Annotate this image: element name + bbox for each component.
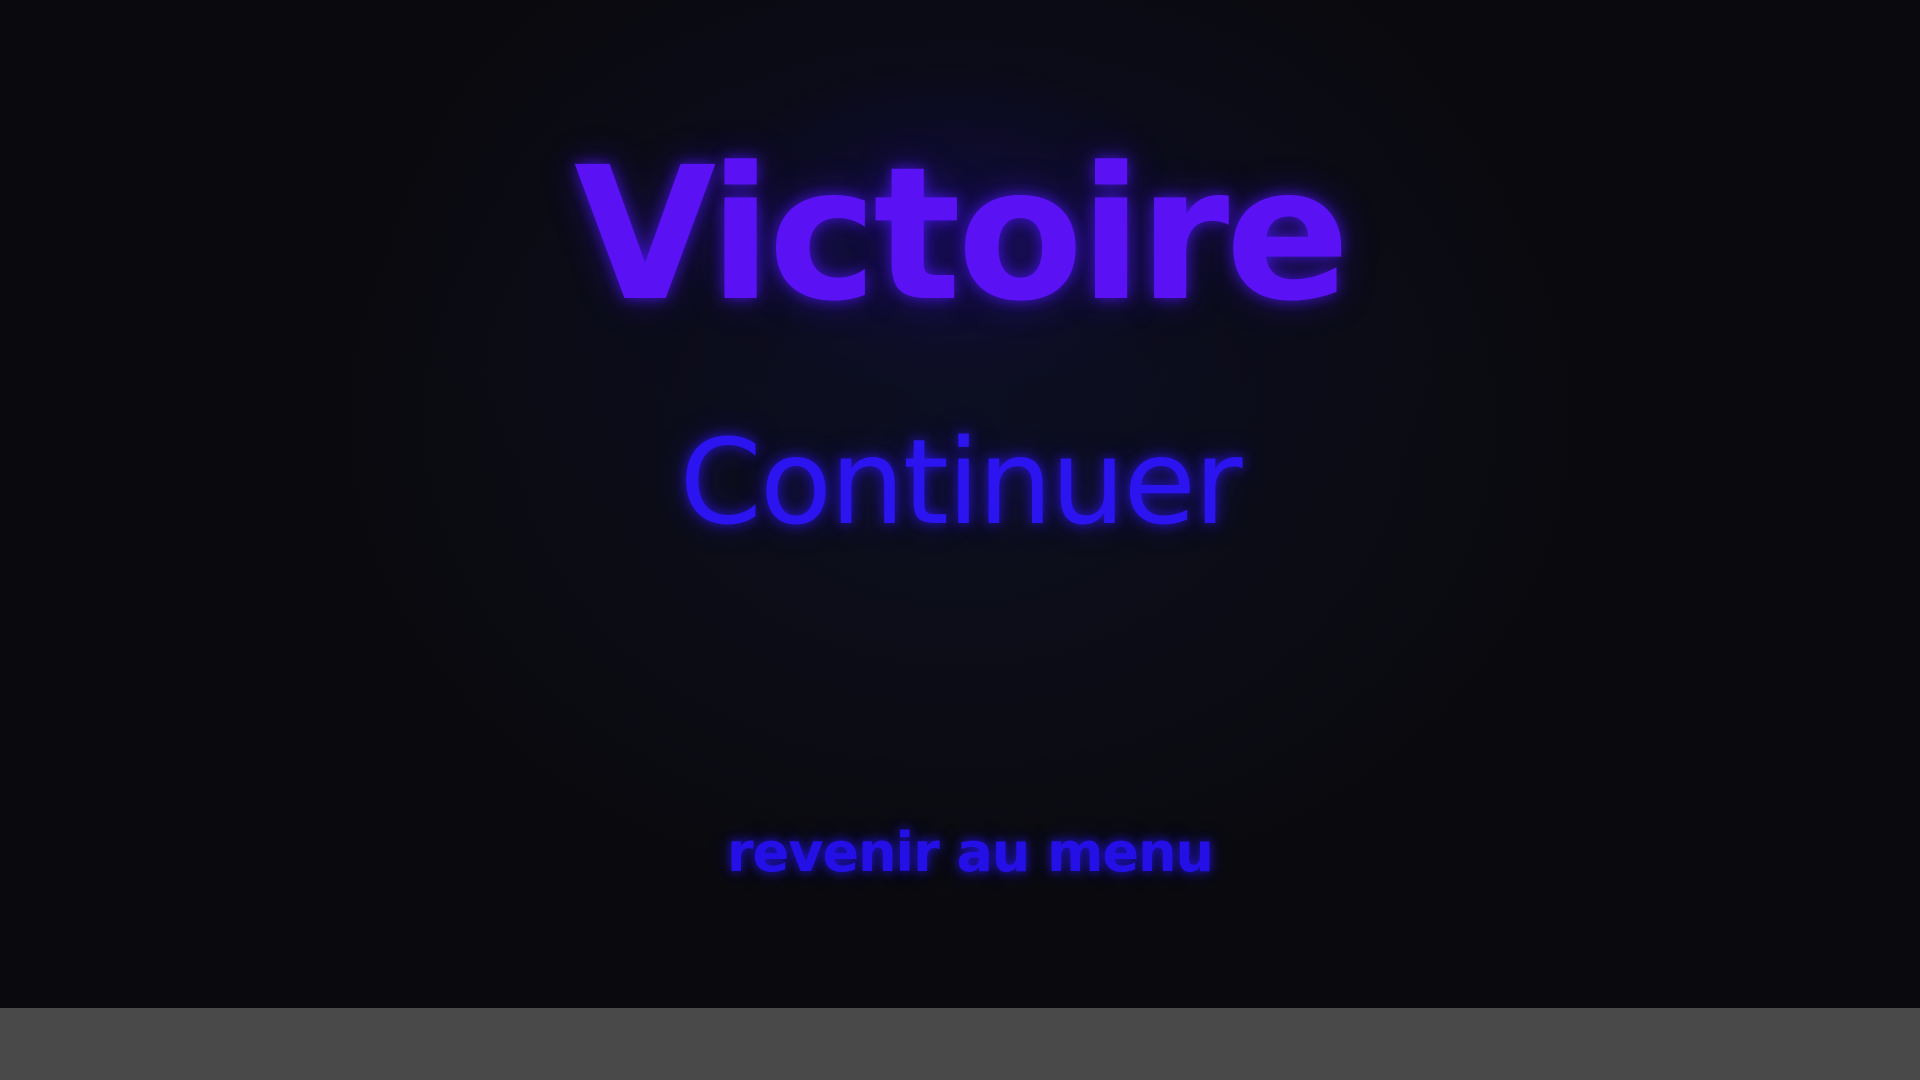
victory-title: Victoire [573, 128, 1350, 342]
continue-button[interactable]: Continuer [660, 412, 1260, 552]
victory-screen: Victoire Continuer revenir au menu [0, 0, 1920, 1080]
game-view: Victoire Continuer revenir au menu [0, 0, 1920, 1008]
bottom-bar [0, 1008, 1920, 1080]
return-to-menu-button[interactable]: revenir au menu [710, 815, 1230, 891]
